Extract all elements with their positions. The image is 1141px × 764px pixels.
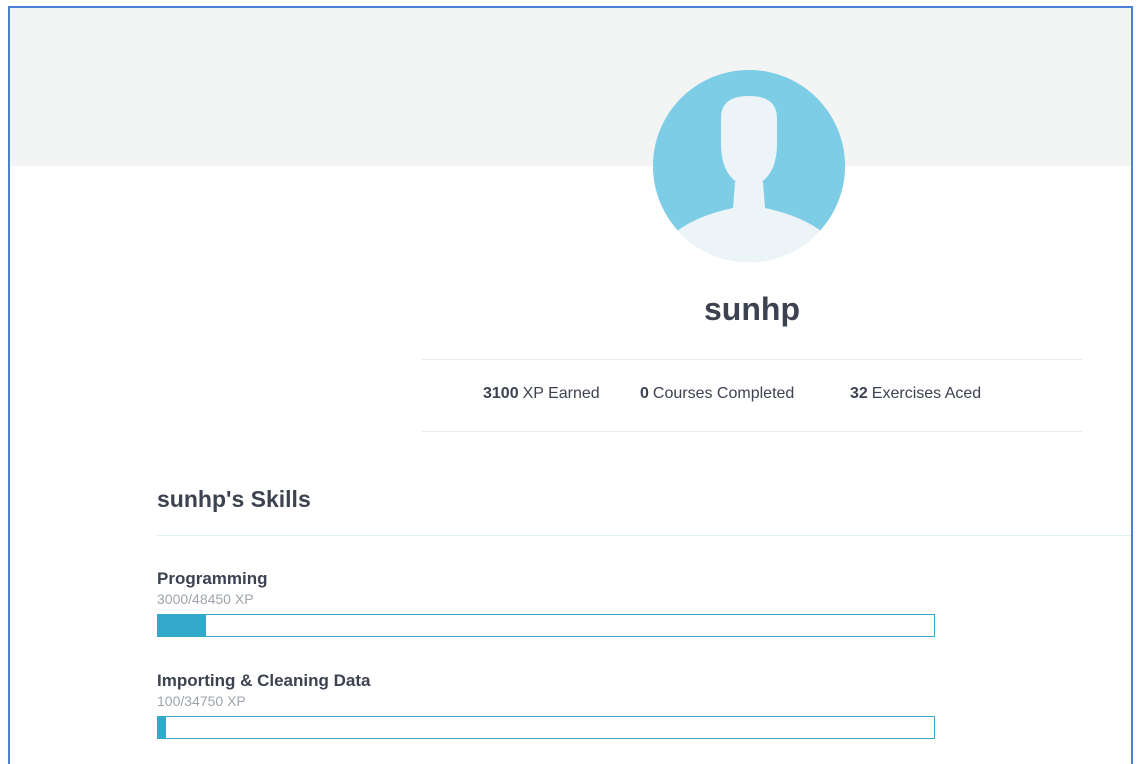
stat-xp-label: XP Earned (522, 385, 600, 402)
skill-progress-fill (158, 615, 207, 636)
stat-courses-completed: 0 Courses Completed (640, 385, 794, 403)
stat-courses-value: 0 (640, 385, 649, 402)
skills-divider (157, 535, 1131, 536)
skill-progress-fill (158, 717, 166, 738)
stat-courses-label: Courses Completed (652, 385, 795, 402)
skill-item-importing-cleaning-data: Importing & Cleaning Data 100/34750 XP (157, 671, 937, 739)
skills-section-title: sunhp's Skills (157, 486, 311, 512)
username: sunhp (704, 291, 800, 327)
profile-page: sunhp 3100 XP Earned 0 Courses Completed 3… (8, 6, 1133, 764)
skill-name: Programming (157, 569, 268, 588)
stat-exercises-label: Exercises Aced (871, 385, 982, 402)
skill-name: Importing & Cleaning Data (157, 671, 371, 690)
stat-exercises-aced: 32 Exercises Aced (850, 385, 981, 403)
skill-progress-bar (157, 716, 935, 739)
skill-progress-bar (157, 614, 935, 637)
profile-stats: 3100 XP Earned 0 Courses Completed 32 Exerc… (422, 359, 1082, 432)
profile-header-band (10, 8, 1131, 166)
stat-xp-value: 3100 (483, 385, 519, 402)
avatar (653, 70, 845, 262)
skill-item-programming: Programming 3000/48450 XP (157, 569, 937, 637)
stat-xp-earned: 3100 XP Earned (483, 385, 600, 403)
user-silhouette-icon (653, 70, 845, 262)
skill-xp-text: 3000/48450 XP (157, 591, 254, 607)
skill-xp-text: 100/34750 XP (157, 693, 246, 709)
stat-exercises-value: 32 (850, 385, 868, 402)
